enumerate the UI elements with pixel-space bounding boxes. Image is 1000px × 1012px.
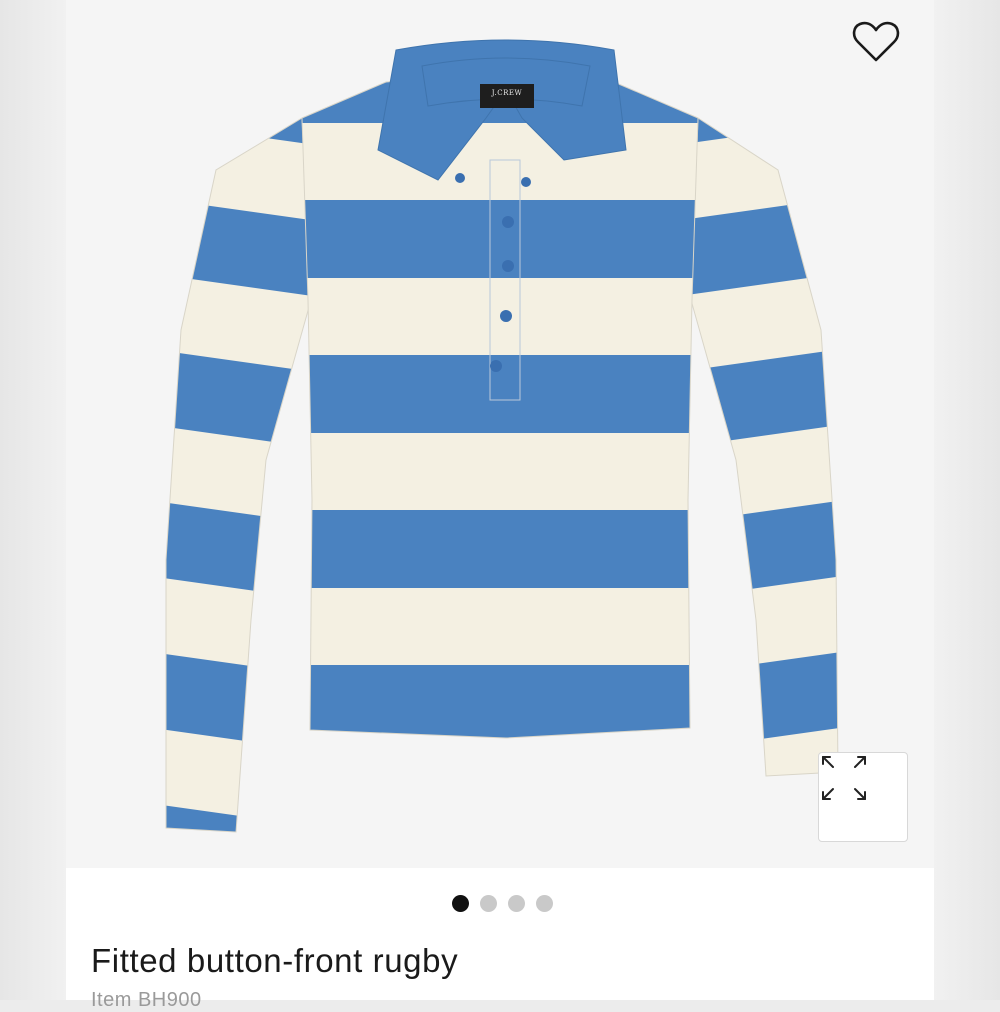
rugby-shirt-illustration — [165, 39, 839, 833]
gallery-dot-1[interactable] — [451, 895, 469, 912]
product-title: Fitted button-front rugby — [91, 942, 459, 979]
right-sleeve — [690, 117, 839, 777]
heart-outline-icon — [852, 21, 900, 62]
shirt-body — [301, 71, 699, 739]
brand-label-text: J.CREW — [491, 89, 523, 97]
gallery-pagination — [68, 895, 936, 915]
favorite-button[interactable] — [852, 20, 916, 80]
product-image[interactable]: J.CREW — [66, 0, 934, 868]
expand-arrows-icon — [822, 756, 866, 800]
item-code: Item BH900 — [91, 989, 202, 1011]
gallery-dot-3[interactable] — [507, 895, 525, 912]
product-info: Fitted button-front rugby Item BH900 — [66, 868, 936, 1011]
product-card: J.CREW Fitted button-front rugby Item BH… — [66, 0, 936, 1011]
right-frame — [934, 0, 1000, 1000]
gallery-dot-4[interactable] — [535, 895, 553, 912]
gallery-dot-2[interactable] — [479, 895, 497, 912]
left-frame — [0, 0, 66, 1000]
zoom-button[interactable] — [818, 752, 908, 842]
left-sleeve — [165, 117, 312, 833]
